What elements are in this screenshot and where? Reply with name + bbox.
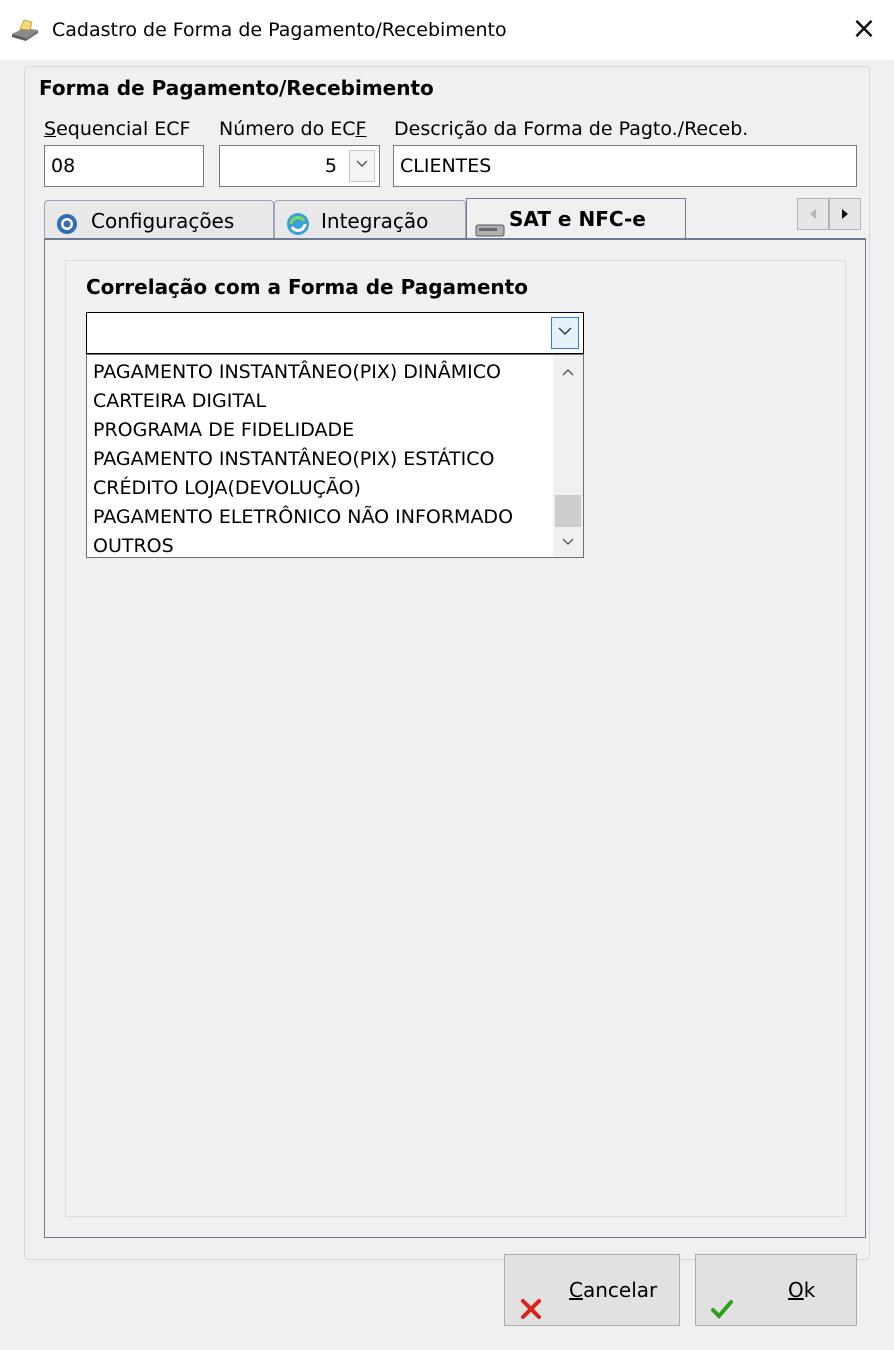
cancel-label: Cancelar — [569, 1278, 658, 1302]
chevron-up-icon[interactable] — [561, 365, 575, 379]
numero-ecf-label: Número do ECF — [219, 118, 367, 140]
printer-icon — [10, 18, 40, 42]
dropdown-list[interactable]: PAGAMENTO INSTANTÂNEO(PIX) DINÂMICO CART… — [86, 354, 584, 558]
chevron-down-icon[interactable] — [349, 150, 375, 182]
list-item[interactable]: PAGAMENTO INSTANTÂNEO(PIX) DINÂMICO — [93, 357, 501, 387]
tab-scroll-right-button[interactable] — [829, 198, 861, 230]
list-item[interactable]: OUTROS — [93, 531, 174, 557]
tab-scroll-left-button[interactable] — [797, 198, 829, 230]
list-item[interactable]: PAGAMENTO INSTANTÂNEO(PIX) ESTÁTICO — [93, 444, 494, 474]
sequencial-value: 08 — [51, 155, 76, 177]
tab-sat-nfce[interactable]: SAT e NFC-e — [466, 198, 686, 240]
ok-button[interactable]: Ok — [695, 1254, 857, 1326]
tab-configuracoes-label: Configurações — [91, 209, 235, 233]
x-icon — [519, 1279, 543, 1319]
descricao-field[interactable]: CLIENTES — [393, 145, 857, 187]
list-item[interactable]: PROGRAMA DE FIDELIDADE — [93, 415, 354, 445]
correlation-combobox[interactable] — [86, 312, 584, 354]
sync-icon — [285, 209, 309, 235]
close-button[interactable]: × — [834, 0, 894, 60]
cancel-button[interactable]: Cancelar — [504, 1254, 680, 1326]
tab-integracao[interactable]: Integração — [274, 200, 466, 240]
dropdown-scrollbar[interactable] — [553, 355, 583, 557]
window-title: Cadastro de Forma de Pagamento/Recebimen… — [52, 19, 507, 41]
sequencial-label: Sequencial ECF — [44, 118, 191, 140]
sequencial-field[interactable]: 08 — [44, 145, 204, 187]
numero-ecf-select[interactable]: 5 — [219, 145, 380, 187]
group-title: Forma de Pagamento/Recebimento — [39, 76, 434, 100]
drive-icon — [475, 211, 505, 237]
ok-label: Ok — [788, 1278, 816, 1302]
tab-integracao-label: Integração — [321, 209, 429, 233]
tab-sat-nfce-label: SAT e NFC-e — [509, 207, 646, 231]
chevron-down-icon[interactable] — [551, 317, 579, 349]
chevron-down-icon[interactable] — [561, 533, 575, 547]
list-item[interactable]: CRÉDITO LOJA(DEVOLUÇÃO) — [93, 473, 361, 503]
numero-ecf-value: 5 — [324, 155, 337, 177]
title-bar: Cadastro de Forma de Pagamento/Recebimen… — [0, 0, 894, 60]
list-item[interactable]: PAGAMENTO ELETRÔNICO NÃO INFORMADO — [93, 502, 513, 532]
descricao-value: CLIENTES — [400, 155, 492, 177]
descricao-label: Descrição da Forma de Pagto./Receb. — [394, 118, 749, 140]
scrollbar-thumb[interactable] — [555, 495, 581, 527]
gear-icon — [55, 209, 79, 234]
list-item[interactable]: CARTEIRA DIGITAL — [93, 386, 266, 416]
check-icon — [710, 1279, 734, 1319]
tab-configuracoes[interactable]: Configurações — [44, 200, 274, 240]
correlation-label: Correlação com a Forma de Pagamento — [86, 275, 528, 299]
